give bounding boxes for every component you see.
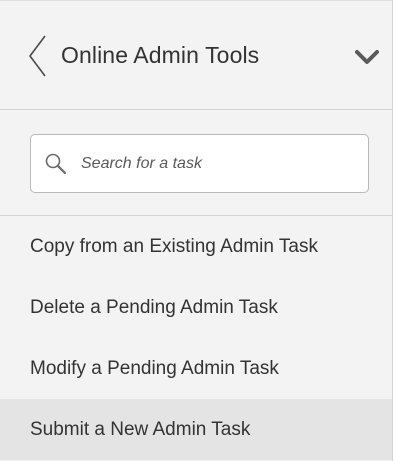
back-button[interactable]: [26, 34, 50, 78]
panel-header: Online Admin Tools: [0, 1, 392, 110]
task-item-label: Copy from an Existing Admin Task: [30, 236, 318, 257]
search-input[interactable]: [81, 149, 356, 179]
page-title: Online Admin Tools: [61, 42, 260, 68]
admin-tools-panel: Online Admin Tools Copy from an Existing…: [0, 0, 393, 461]
collapse-button[interactable]: [353, 47, 381, 67]
task-list: Copy from an Existing Admin Task Delete …: [0, 216, 392, 460]
task-item-label: Delete a Pending Admin Task: [30, 297, 278, 318]
search-icon: [45, 153, 67, 175]
chevron-left-icon: [29, 35, 46, 77]
task-item-label: Submit a New Admin Task: [30, 419, 251, 440]
search-box[interactable]: [30, 134, 369, 193]
task-item-submit-new[interactable]: Submit a New Admin Task: [0, 399, 392, 460]
task-item-label: Modify a Pending Admin Task: [30, 358, 279, 379]
task-item-delete-pending[interactable]: Delete a Pending Admin Task: [0, 277, 392, 338]
task-item-modify-pending[interactable]: Modify a Pending Admin Task: [0, 338, 392, 399]
chevron-down-icon: [355, 50, 379, 64]
task-item-copy-existing[interactable]: Copy from an Existing Admin Task: [0, 216, 392, 277]
search-area: [0, 110, 392, 216]
